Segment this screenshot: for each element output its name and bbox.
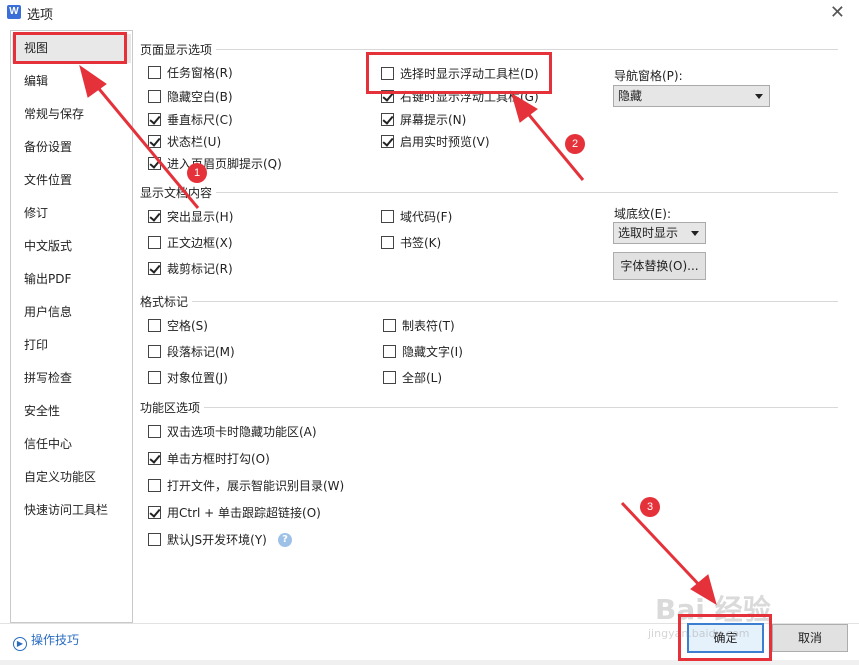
arrow-line-1 xyxy=(93,83,200,209)
step-badge-1: 1 xyxy=(187,163,207,183)
step-badge-2: 2 xyxy=(565,134,585,154)
annotation-arrows xyxy=(79,64,717,606)
arrow-line-3 xyxy=(620,501,705,591)
step-badge-3: 3 xyxy=(640,497,660,517)
